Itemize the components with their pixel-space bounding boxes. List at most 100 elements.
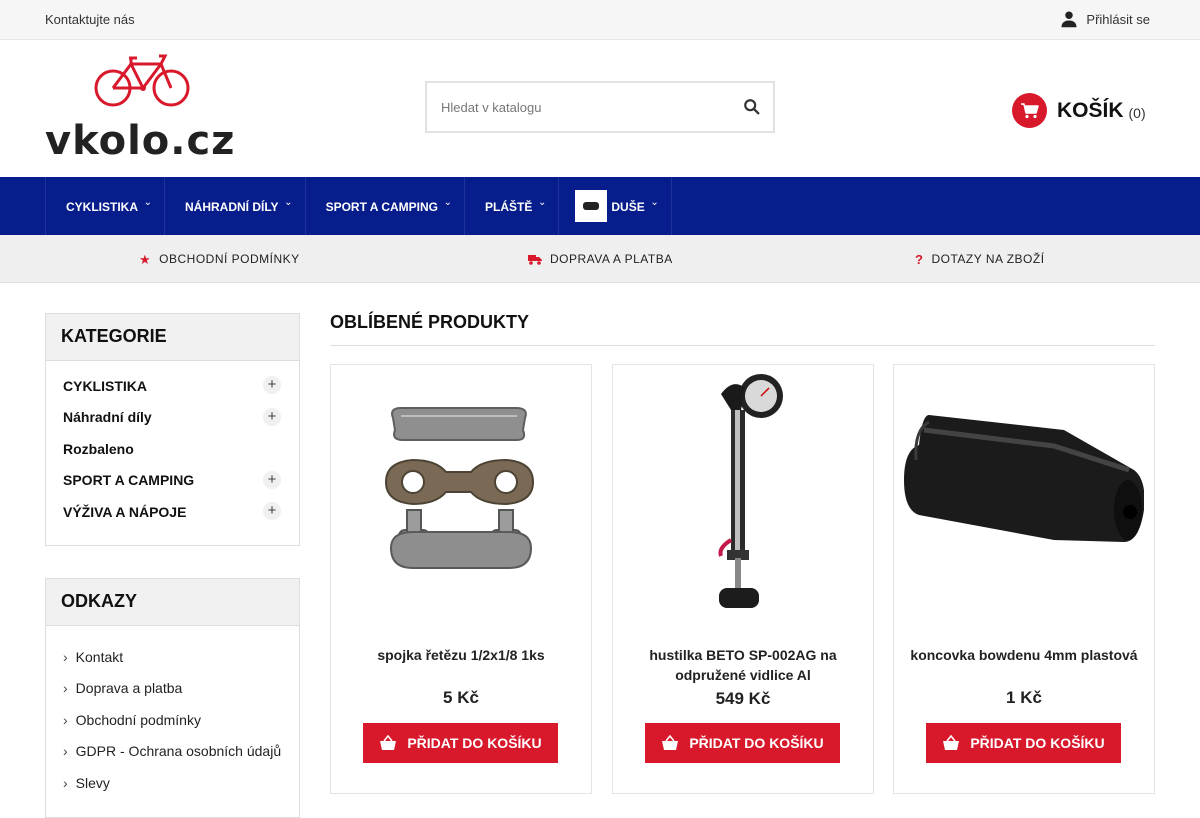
star-icon: ★: [139, 251, 152, 267]
chevron-down-icon: ⌄: [443, 197, 453, 208]
chain-link-image[interactable]: [341, 370, 581, 618]
add-to-cart-button[interactable]: PŘIDAT DO KOŠÍKU: [926, 723, 1121, 763]
nav-item-label: NÁHRADNÍ DÍLY: [185, 200, 279, 214]
chevron-right-icon: ›: [63, 774, 68, 791]
product-name[interactable]: spojka řetězu 1/2x1/8 1ks: [341, 645, 581, 665]
chevron-down-icon: ⌄: [537, 197, 547, 208]
basket-icon: [380, 735, 397, 750]
section-title: OBLÍBENÉ PRODUKTY: [330, 312, 530, 332]
sidebar-link-label: Slevy: [75, 774, 110, 791]
expand-plus-icon[interactable]: +: [263, 407, 281, 426]
nav-item-label: CYKLISTIKA: [66, 200, 138, 214]
sidebar-link-doprava[interactable]: › Doprava a platba: [46, 673, 299, 705]
contact-link[interactable]: Kontaktujte nás: [45, 12, 135, 27]
product-price: 5 Kč: [443, 688, 479, 707]
add-to-cart-label: PŘIDAT DO KOŠÍKU: [689, 735, 824, 751]
product-price: 549 Kč: [715, 689, 771, 708]
info-bar: ★ OBCHODNÍ PODMÍNKY DOPRAVA A PLATBA ? D…: [0, 235, 1200, 283]
login-label: Přihlásit se: [1086, 11, 1150, 27]
cable-end-cap-image[interactable]: [904, 370, 1144, 618]
tube-thumbnail: [575, 190, 608, 222]
category-label: Náhradní díly: [63, 409, 152, 426]
sidebar-link-kontakt[interactable]: › Kontakt: [46, 641, 299, 673]
product-card[interactable]: spojka řetězu 1/2x1/8 1ks 5 Kč PŘIDAT DO…: [330, 364, 592, 794]
links-box: ODKAZY › Kontakt › Doprava a platba › Ob…: [45, 578, 300, 818]
category-label: Rozbaleno: [63, 440, 134, 457]
sidebar-link-label: GDPR - Ochrana osobních údajů: [75, 743, 282, 760]
top-bar: Kontaktujte nás Přihlásit se: [0, 0, 1200, 40]
expand-plus-icon[interactable]: +: [263, 470, 281, 489]
nav-item-duse[interactable]: DUŠE ⌄: [558, 177, 672, 235]
chevron-down-icon: ⌄: [284, 197, 293, 208]
question-icon: ?: [915, 251, 924, 267]
search-input[interactable]: [427, 83, 717, 131]
expand-plus-icon[interactable]: +: [263, 502, 281, 520]
category-item[interactable]: VÝŽIVA A NÁPOJE +: [46, 496, 299, 528]
chevron-right-icon: ›: [63, 711, 68, 728]
product-name[interactable]: hustilka BETO SP-002AG na odpružené vidl…: [623, 645, 863, 685]
header: vkolo.cz KOŠÍK (0): [0, 40, 1200, 177]
product-card[interactable]: hustilka BETO SP-002AG na odpružené vidl…: [612, 364, 874, 794]
login-link[interactable]: Přihlásit se: [1060, 10, 1150, 28]
info-questions-link[interactable]: ? DOTAZY NA ZBOŽÍ: [915, 252, 1045, 266]
product-name[interactable]: koncovka bowdenu 4mm plastová: [904, 645, 1144, 665]
sidebar-link-label: Doprava a platba: [75, 680, 183, 697]
main-nav: CYKLISTIKA ⌄ NÁHRADNÍ DÍLY ⌄ SPORT A CAM…: [0, 177, 1200, 235]
nav-item-cyklistika[interactable]: CYKLISTIKA ⌄: [45, 177, 164, 235]
shock-pump-image[interactable]: [623, 370, 863, 618]
cart-label: KOŠÍK: [1057, 98, 1124, 122]
sidebar-link-gdpr[interactable]: › GDPR - Ochrana osobních údajů: [46, 736, 299, 768]
section-divider: [330, 345, 1155, 346]
chevron-right-icon: ›: [63, 743, 68, 760]
logo-text: vkolo.cz: [45, 118, 236, 164]
nav-item-nahradni-dily[interactable]: NÁHRADNÍ DÍLY ⌄: [164, 177, 305, 235]
sidebar-link-label: Obchodní podmínky: [75, 711, 201, 728]
categories-title: KATEGORIE: [46, 314, 299, 361]
category-label: CYKLISTIKA: [63, 377, 147, 394]
nav-item-label: SPORT A CAMPING: [325, 200, 439, 214]
category-item[interactable]: SPORT A CAMPING +: [46, 465, 299, 497]
add-to-cart-label: PŘIDAT DO KOŠÍKU: [407, 735, 542, 751]
nav-item-plaste[interactable]: PLÁŠTĚ ⌄: [464, 177, 558, 235]
chevron-down-icon: ⌄: [650, 197, 659, 208]
categories-box: KATEGORIE CYKLISTIKA + Náhradní díly + R…: [45, 313, 300, 546]
search-icon[interactable]: [743, 98, 761, 116]
cart-icon-circle: [1012, 93, 1047, 128]
links-title: ODKAZY: [46, 579, 299, 626]
info-shipping-label: DOPRAVA A PLATBA: [550, 252, 673, 266]
user-icon: [1061, 11, 1077, 28]
info-terms-label: OBCHODNÍ PODMÍNKY: [159, 252, 300, 266]
add-to-cart-button[interactable]: PŘIDAT DO KOŠÍKU: [363, 723, 558, 763]
product-price: 1 Kč: [1006, 688, 1042, 707]
add-to-cart-button[interactable]: PŘIDAT DO KOŠÍKU: [645, 723, 840, 763]
sidebar-link-podminky[interactable]: › Obchodní podmínky: [46, 704, 299, 736]
nav-item-sport-a-camping[interactable]: SPORT A CAMPING ⌄: [304, 177, 464, 235]
search-box: [425, 81, 775, 133]
cart-count: (0): [1128, 104, 1146, 121]
product-card[interactable]: koncovka bowdenu 4mm plastová 1 Kč PŘIDA…: [893, 364, 1155, 794]
nav-item-label: PLÁŠTĚ: [485, 200, 533, 214]
cart-button[interactable]: KOŠÍK (0): [1012, 93, 1146, 128]
sidebar-link-slevy[interactable]: › Slevy: [46, 767, 299, 799]
category-item[interactable]: Náhradní díly +: [46, 402, 299, 434]
truck-icon: [528, 254, 542, 265]
chevron-right-icon: ›: [63, 648, 68, 665]
nav-item-label: DUŠE: [611, 200, 645, 214]
info-shipping-link[interactable]: DOPRAVA A PLATBA: [528, 252, 673, 266]
category-item[interactable]: Rozbaleno: [46, 433, 299, 465]
category-item[interactable]: CYKLISTIKA +: [46, 370, 299, 402]
category-label: SPORT A CAMPING: [63, 472, 195, 489]
shopping-cart-icon: [1020, 102, 1039, 118]
expand-plus-icon[interactable]: +: [263, 376, 281, 394]
add-to-cart-label: PŘIDAT DO KOŠÍKU: [970, 735, 1105, 751]
basket-icon: [662, 735, 679, 750]
bicycle-logo: [94, 54, 190, 107]
basket-icon: [943, 735, 960, 750]
category-label: VÝŽIVA A NÁPOJE: [63, 503, 187, 520]
info-terms-link[interactable]: ★ OBCHODNÍ PODMÍNKY: [139, 252, 300, 266]
sidebar-link-label: Kontakt: [75, 648, 124, 665]
chevron-down-icon: ⌄: [143, 197, 152, 208]
chevron-right-icon: ›: [63, 680, 68, 697]
info-questions-label: DOTAZY NA ZBOŽÍ: [931, 252, 1045, 266]
site-logo[interactable]: vkolo.cz: [45, 50, 245, 168]
